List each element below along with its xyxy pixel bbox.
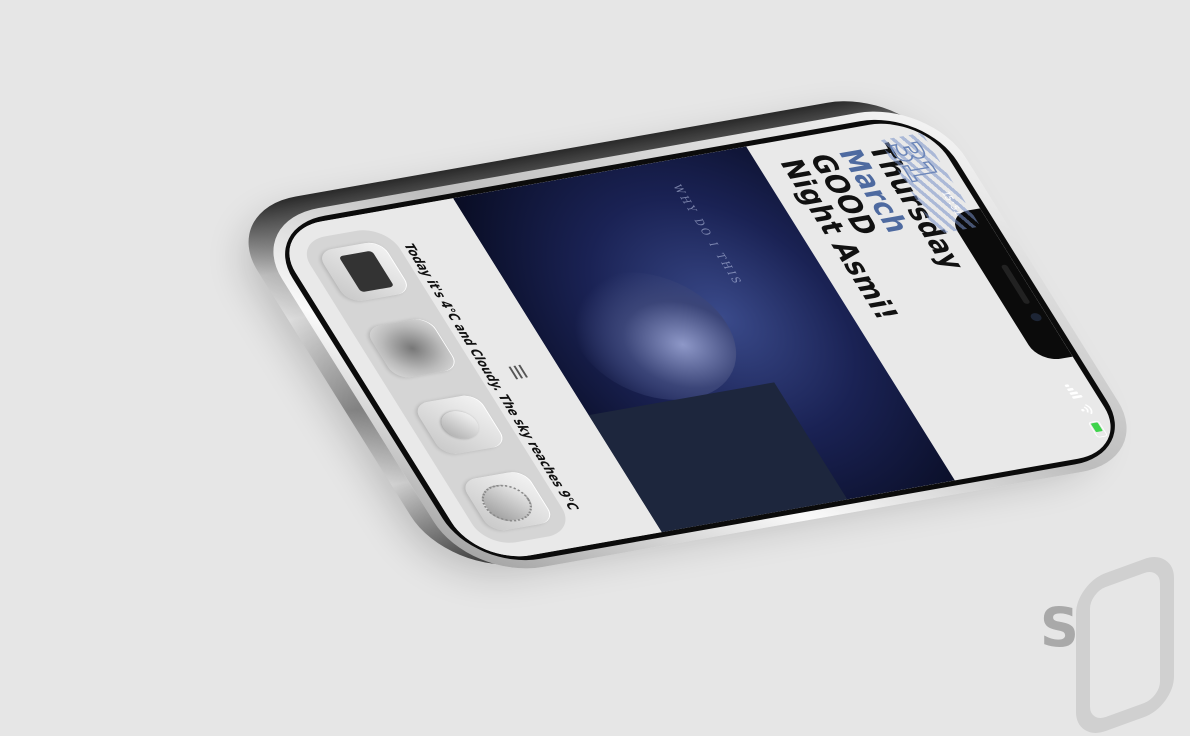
dial-icon[interactable]	[459, 469, 557, 533]
stage: 31 15:51 Thursday March GOOD Night Asmi!	[0, 0, 1190, 736]
photos-icon[interactable]	[363, 316, 461, 380]
iphone-mockup: 31 15:51 Thursday March GOOD Night Asmi!	[219, 89, 1155, 580]
phone-icon[interactable]	[316, 240, 413, 304]
watermark-logo: S	[1040, 548, 1174, 736]
logo-shape	[1076, 548, 1174, 736]
battery-icon	[1087, 420, 1109, 438]
camera-knob-icon[interactable]	[411, 393, 509, 457]
logo-letter: S	[1040, 596, 1079, 659]
cellular-signal-icon	[1064, 383, 1083, 399]
wallpaper-caption: WHY DO I THIS	[669, 183, 746, 287]
menu-icon[interactable]	[506, 364, 529, 380]
wifi-icon	[1081, 404, 1093, 415]
